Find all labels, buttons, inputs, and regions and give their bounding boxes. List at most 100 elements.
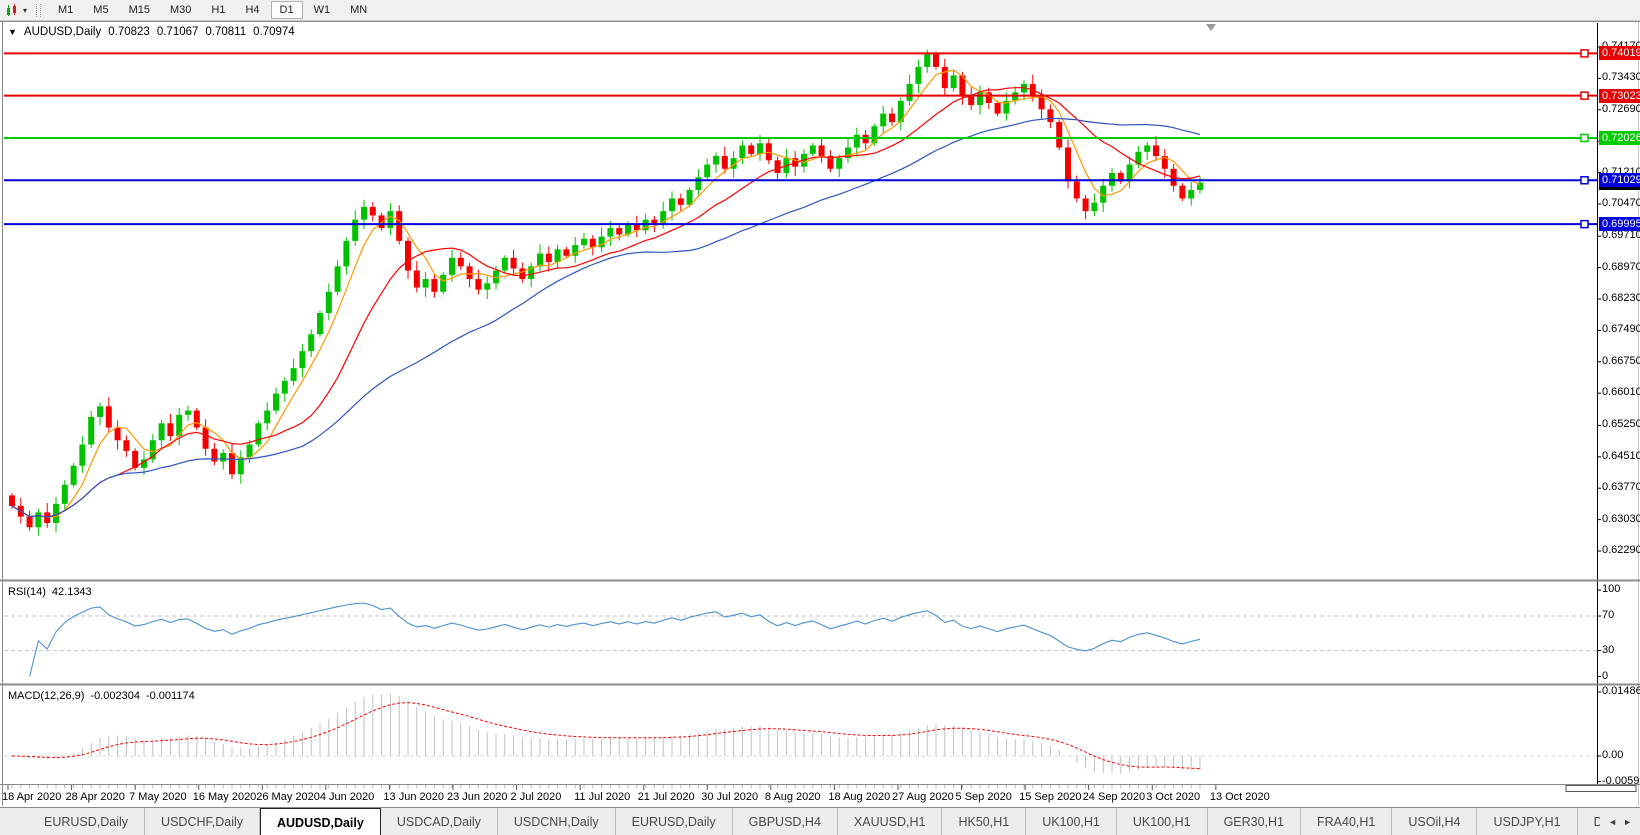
tabs-scroll-left-icon[interactable]: ◄	[1608, 817, 1617, 827]
price-axis-tick: 0.63030	[1602, 512, 1640, 525]
chart-tab-USDCAD-Daily[interactable]: USDCAD,Daily	[381, 808, 498, 835]
chart-tab-XAUUSD-H1[interactable]: XAUUSD,H1	[838, 808, 943, 835]
date-axis-label: 15 Sep 2020	[1019, 791, 1082, 803]
date-axis-label: 18 Aug 2020	[828, 791, 891, 803]
chart-tab-FRA40-H1[interactable]: FRA40,H1	[1301, 808, 1393, 835]
top-toolbar: ▾ M1 M5 M15 M30 H1 H4 D1 W1 MN	[0, 0, 1640, 21]
collapse-chart-icon[interactable]: ▼	[8, 27, 17, 37]
chart-tab-AUDUSD-Daily[interactable]: AUDUSD,Daily	[260, 808, 381, 835]
chart-tab-USDCHF-Daily[interactable]: USDCHF,Daily	[145, 808, 260, 835]
horizontal-line-0.69995[interactable]	[4, 219, 1597, 229]
price-axis-tick: 0.72690	[1602, 102, 1640, 115]
chart-shift-marker-icon[interactable]	[1206, 24, 1216, 31]
chart-tab-HK50-H1[interactable]: HK50,H1	[942, 808, 1027, 835]
macd-name: MACD(12,26,9)	[8, 690, 85, 702]
date-axis-label: 18 Apr 2020	[2, 791, 62, 803]
date-axis-label: 13 Jun 2020	[383, 791, 444, 803]
price-axis-tick: 0.67490	[1602, 323, 1640, 336]
macd-histogram	[20, 693, 1201, 774]
date-axis-label: 23 Jun 2020	[446, 791, 508, 803]
date-axis-label: 24 Sep 2020	[1082, 791, 1146, 803]
toolbar-separator	[36, 3, 42, 17]
chart-tabs: EURUSD,Daily USDCHF,Daily AUDUSD,Daily USDC…	[0, 808, 1600, 835]
rsi-indicator-label: RSI(14) 42.1343	[8, 586, 92, 598]
timeframe-button-H4[interactable]: H4	[236, 1, 268, 19]
price-axis-tick: 0.63770	[1602, 481, 1640, 494]
date-axis-label: 4 Jun 2020	[319, 791, 375, 803]
macd-indicator-label: MACD(12,26,9) -0.002304 -0.001174	[8, 690, 195, 702]
timeframe-button-D1[interactable]: D1	[270, 1, 303, 19]
price-axis-tick: 0.66750	[1602, 354, 1640, 367]
price-axis-tick: 0.66010	[1602, 386, 1640, 399]
date-axis-label: 5 Sep 2020	[955, 791, 1012, 803]
chart-type-icon[interactable]: ▾	[0, 3, 32, 18]
price-line-flag-0.73023[interactable]: 0.73023	[1599, 88, 1640, 103]
date-axis-label: 11 Jul 2020	[574, 791, 631, 803]
chart-tab-bar: EURUSD,Daily USDCHF,Daily AUDUSD,Daily USDC…	[0, 807, 1640, 835]
tab-navigation: ◄ ►	[1600, 808, 1640, 835]
chart-tab-UK100-H1[interactable]: UK100,H1	[1117, 808, 1208, 835]
ohlc-low: 0.70811	[205, 26, 247, 38]
chart-title-bar: ▼ AUDUSD,Daily 0.70823 0.71067 0.70811 0…	[8, 26, 295, 38]
timeframe-button-H1[interactable]: H1	[202, 1, 234, 19]
date-axis-label: 21 Jul 2020	[637, 791, 695, 803]
moving-average-medium	[11, 87, 1201, 518]
timeframe-button-MN[interactable]: MN	[341, 1, 376, 19]
date-axis-label: 7 May 2020	[129, 791, 187, 803]
macd-main-value: -0.002304	[90, 690, 140, 702]
chevron-down-icon[interactable]: ▾	[23, 6, 27, 15]
horizontal-line-0.74019[interactable]	[4, 49, 1597, 58]
price-axis-tick: 0.70470	[1602, 196, 1640, 209]
price-axis-tick: 0.65250	[1602, 418, 1640, 431]
timeframe-toolbar: M1 M5 M15 M30 H1 H4 D1 W1 MN	[49, 1, 376, 19]
date-axis-label: 8 Aug 2020	[764, 791, 821, 803]
chart-tab-GBPUSD-H4[interactable]: GBPUSD,H4	[733, 808, 838, 835]
chart-tab-USDJPY-H1[interactable]: USDJPY,H1	[1477, 808, 1578, 835]
price-line-flag-0.74019[interactable]: 0.74019	[1599, 46, 1640, 61]
timeframe-button-W1[interactable]: W1	[305, 1, 340, 19]
rsi-axis-tick: 70	[1602, 609, 1615, 622]
price-line-flag-0.69995[interactable]: 0.69995	[1599, 217, 1640, 232]
date-axis-label: 30 Jul 2020	[701, 791, 759, 803]
price-line-flag-0.72026[interactable]: 0.72026	[1599, 130, 1640, 145]
chart-tab-EURUSD-Daily[interactable]: EURUSD,Daily	[28, 808, 146, 835]
ohlc-high: 0.71067	[156, 26, 199, 38]
rsi-axis-tick: 30	[1602, 643, 1615, 656]
price-axis-tick: 0.73430	[1602, 71, 1640, 84]
chart-symbol-title: AUDUSD,Daily	[23, 26, 102, 38]
date-axis-label: 28 Apr 2020	[65, 791, 125, 803]
price-chart-canvas	[0, 21, 1640, 806]
horizontal-line-0.72026[interactable]	[4, 133, 1597, 143]
ohlc-open: 0.70823	[108, 26, 150, 38]
rsi-axis-tick: 100	[1602, 583, 1621, 596]
price-line-flag-0.71029[interactable]: 0.71029	[1599, 173, 1640, 188]
horizontal-line-0.71029[interactable]	[4, 176, 1597, 185]
timeframe-button-M30[interactable]: M30	[161, 1, 200, 19]
chart-tab-DJ30-Daily[interactable]: DJ30,Daily	[1578, 808, 1601, 835]
chart-tab-USOil-H4[interactable]: USOil,H4	[1392, 808, 1478, 835]
price-axis-tick: 0.68230	[1602, 291, 1640, 304]
rsi-name: RSI(14)	[8, 586, 46, 598]
price-axis-tick: 0.64510	[1602, 449, 1640, 462]
chart-type-glyph	[7, 3, 16, 16]
date-axis-label: 2 Jul 2020	[510, 791, 562, 803]
price-axis-tick: 0.68970	[1602, 260, 1640, 273]
ohlc-close: 0.70974	[253, 26, 295, 38]
rsi-line	[29, 602, 1201, 677]
macd-axis-tick: -0.005938	[1602, 774, 1640, 787]
timeframe-button-M1[interactable]: M1	[49, 1, 82, 19]
date-axis-label: 16 May 2020	[192, 791, 257, 803]
timeframe-button-M15[interactable]: M15	[120, 1, 159, 19]
rsi-axis-tick: 0	[1602, 669, 1609, 682]
chart-tab-GER30-H1[interactable]: GER30,H1	[1208, 808, 1302, 835]
chart-tab-UK100-H1[interactable]: UK100,H1	[1026, 808, 1117, 835]
chart-tab-USDCNH-Daily[interactable]: USDCNH,Daily	[498, 808, 616, 835]
macd-signal-value: -0.001174	[145, 690, 195, 702]
chart-tab-EURUSD-Daily[interactable]: EURUSD,Daily	[616, 808, 733, 835]
timeframe-button-M5[interactable]: M5	[84, 1, 117, 19]
horizontal-line-0.73023[interactable]	[4, 91, 1597, 100]
date-axis-label: 27 Aug 2020	[891, 791, 954, 803]
tabs-scroll-right-icon[interactable]: ►	[1623, 817, 1632, 827]
date-axis-label: 13 Oct 2020	[1209, 791, 1270, 803]
date-axis-label: 26 May 2020	[256, 791, 320, 803]
